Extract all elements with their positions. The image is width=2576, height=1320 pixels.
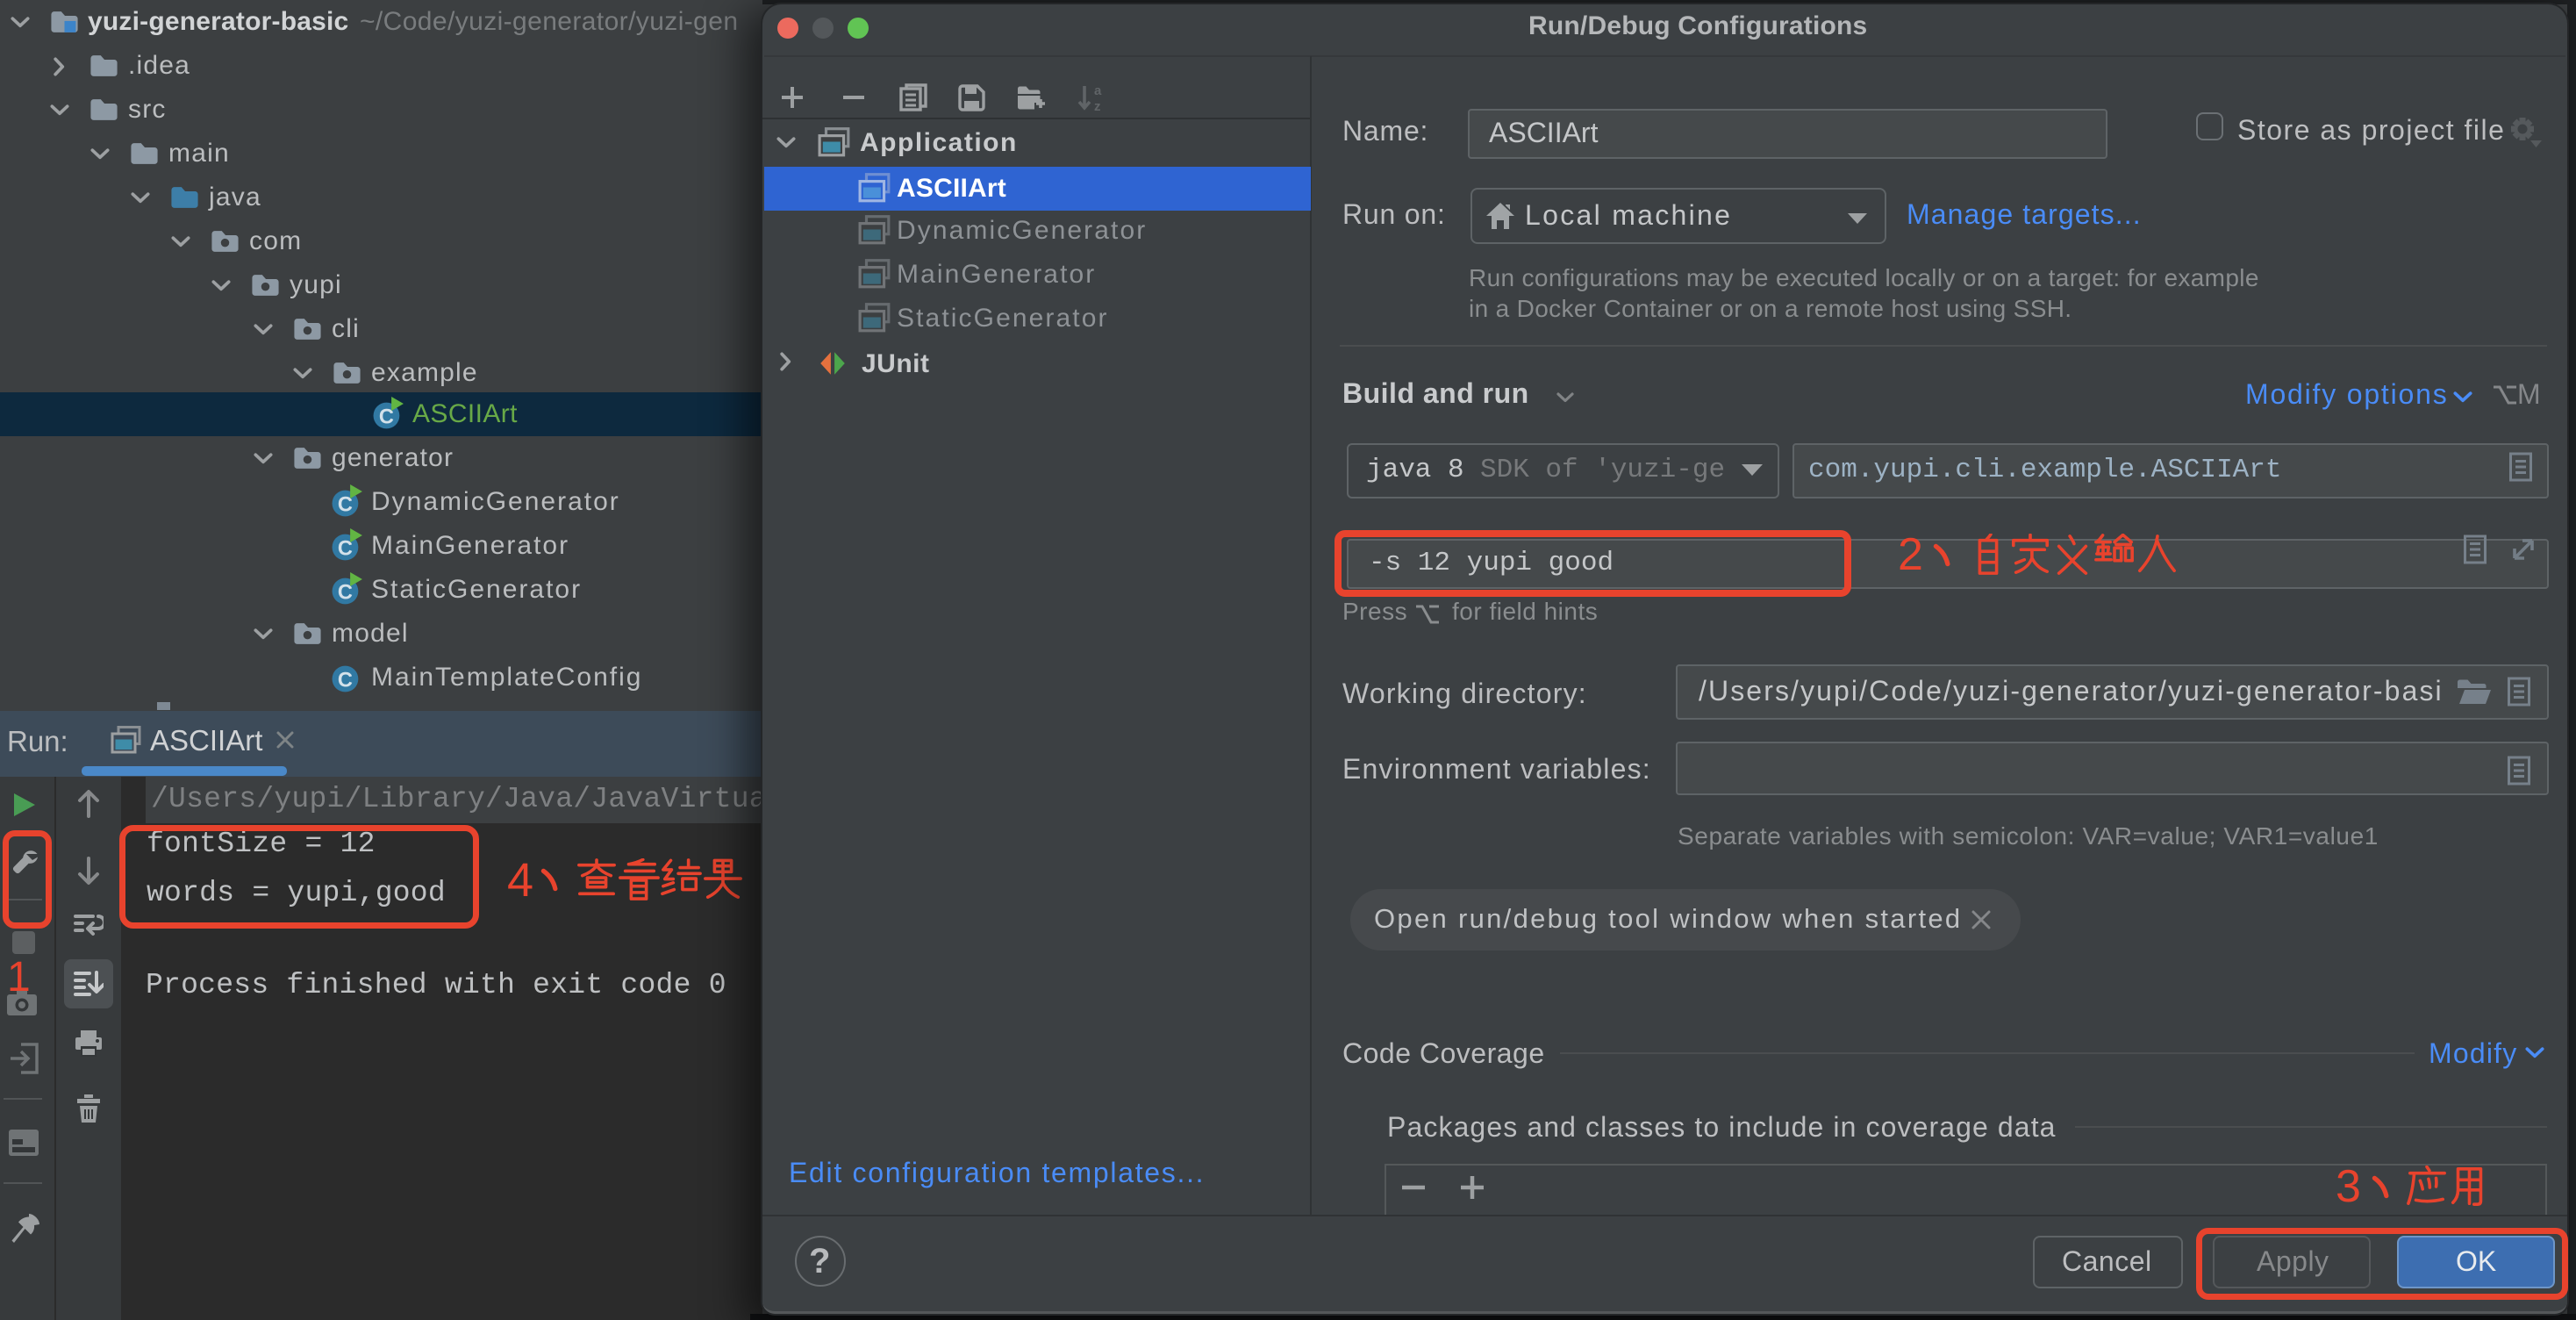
svg-text:z: z [1094, 99, 1101, 112]
svg-text:a: a [1094, 84, 1102, 98]
